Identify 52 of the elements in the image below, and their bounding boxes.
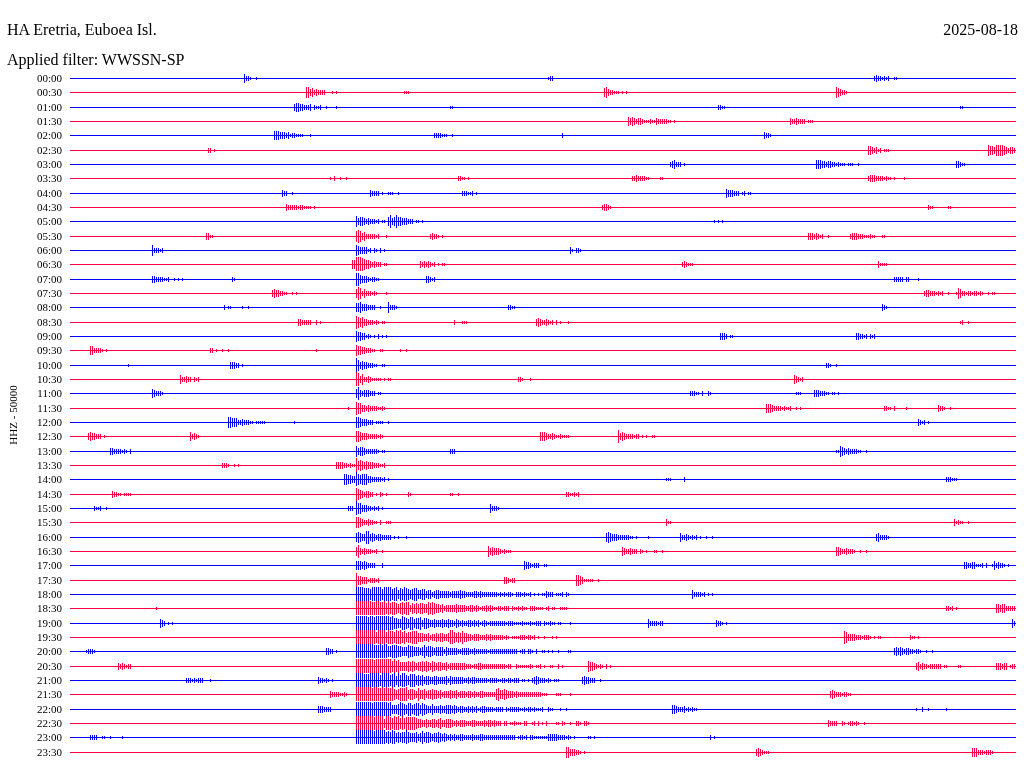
- time-label: 13:00: [35, 444, 62, 457]
- time-label: 00:00: [35, 72, 62, 85]
- time-label: 06:00: [35, 244, 62, 257]
- time-label: 18:30: [35, 602, 62, 615]
- time-label: 20:30: [35, 659, 62, 672]
- time-label: 01:00: [35, 100, 62, 113]
- time-label: 17:30: [35, 573, 62, 586]
- time-label: 01:30: [35, 115, 62, 128]
- time-label: 07:00: [35, 272, 62, 285]
- time-label: 07:30: [35, 287, 62, 300]
- time-label: 03:00: [35, 158, 62, 171]
- time-label: 18:00: [35, 587, 62, 600]
- time-label: 21:30: [35, 688, 62, 701]
- time-label: 22:30: [35, 716, 62, 729]
- time-label: 19:00: [35, 616, 62, 629]
- time-label: 05:00: [35, 215, 62, 228]
- filter-label: Applied filter: WWSSN-SP: [7, 50, 186, 70]
- axis-label: HHZ - 50000: [7, 385, 19, 445]
- time-label: 10:00: [35, 358, 62, 371]
- time-label: 21:00: [35, 673, 62, 686]
- station-title: HA Eretria, Euboea Isl.: [7, 20, 157, 40]
- time-label: 15:00: [35, 502, 62, 514]
- time-label: 16:30: [35, 545, 62, 557]
- time-label: 12:30: [35, 430, 62, 443]
- time-label: 11:00: [36, 387, 62, 400]
- time-label: 20:00: [35, 645, 62, 658]
- time-label: 11:30: [36, 401, 62, 414]
- time-label: 15:30: [35, 516, 62, 529]
- time-label: 14:30: [35, 487, 62, 500]
- time-label: 09:00: [35, 330, 62, 343]
- time-label: 03:30: [35, 172, 62, 185]
- time-label: 19:30: [35, 630, 62, 643]
- time-label: 22:00: [35, 702, 62, 715]
- time-label: 09:30: [35, 344, 62, 357]
- time-label: 04:30: [35, 201, 62, 214]
- time-label: 23:30: [35, 745, 62, 758]
- date-label: 2025-08-18: [943, 20, 1018, 40]
- time-label: 02:30: [35, 143, 62, 156]
- time-label: 12:00: [35, 416, 62, 429]
- time-label: 06:30: [35, 258, 62, 271]
- time-label: 08:30: [35, 315, 62, 328]
- time-label: 23:00: [35, 731, 62, 744]
- time-label: 17:00: [35, 559, 62, 572]
- time-label: 14:00: [35, 473, 62, 486]
- time-label: 05:30: [35, 229, 62, 242]
- time-label: 10:30: [35, 373, 62, 386]
- time-label: 00:30: [35, 86, 62, 99]
- time-label: 08:00: [35, 301, 62, 314]
- time-label: 04:00: [35, 186, 62, 199]
- time-label: 13:30: [35, 459, 62, 471]
- time-label: 16:00: [35, 530, 62, 543]
- time-label: 02:00: [35, 129, 62, 142]
